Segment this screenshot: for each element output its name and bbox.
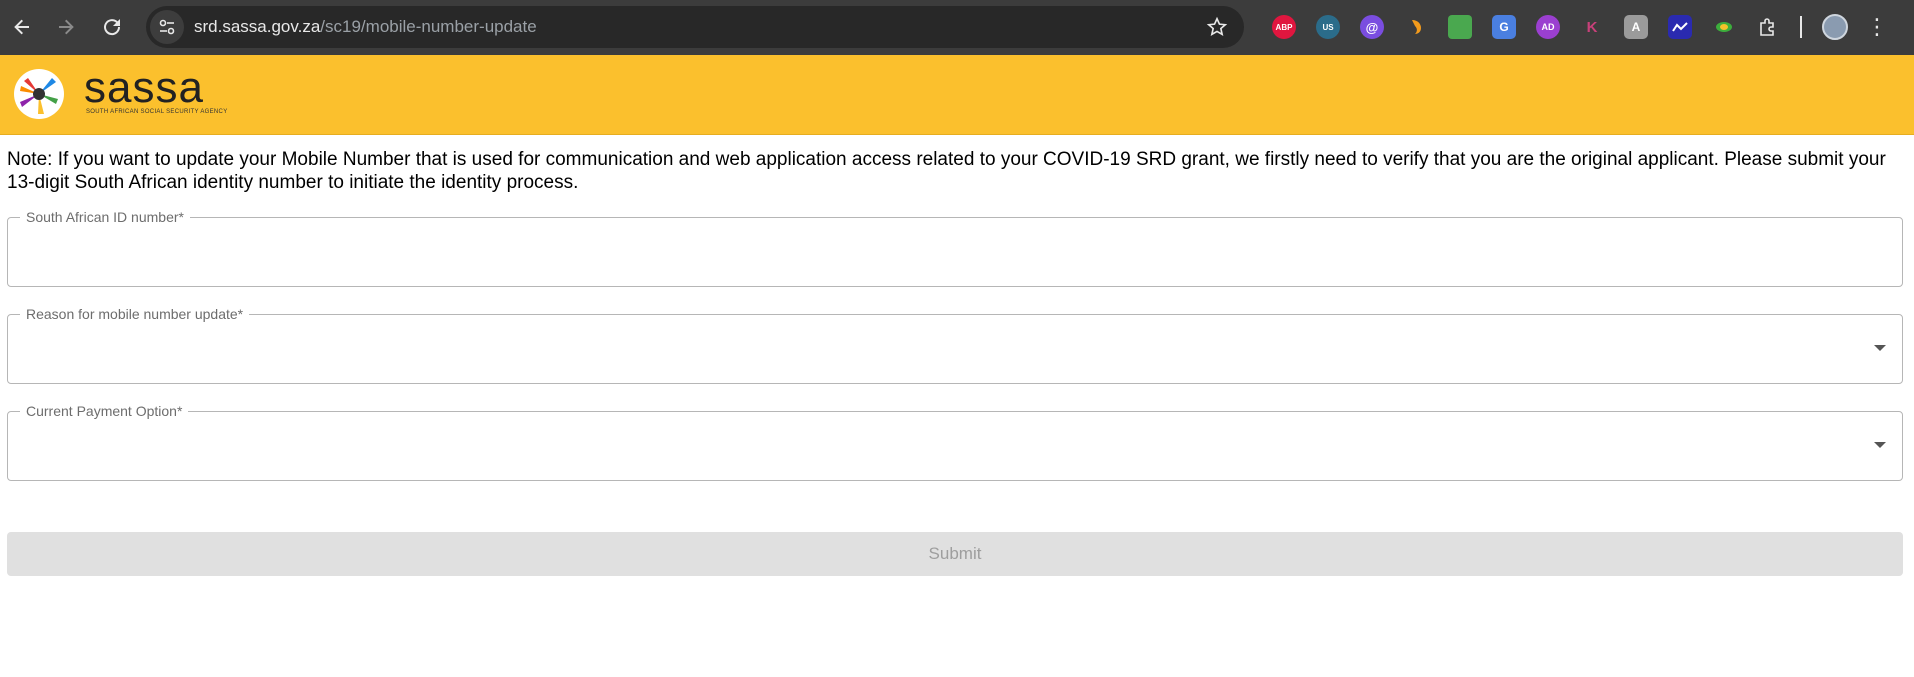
font-icon[interactable]: A [1624, 15, 1648, 39]
url-path: /sc19/mobile-number-update [320, 17, 537, 36]
k-icon[interactable]: K [1580, 15, 1604, 39]
reason-dropdown-icon[interactable] [1874, 345, 1886, 351]
payment-dropdown-icon[interactable] [1874, 442, 1886, 448]
id-number-input[interactable] [22, 236, 1862, 270]
shield-orange-icon[interactable] [1404, 15, 1428, 39]
reason-selected-value[interactable] [22, 337, 1842, 363]
vpn-us-icon[interactable]: US [1316, 15, 1340, 39]
payment-option-select[interactable]: Current Payment Option* [7, 403, 1903, 481]
id-number-label: South African ID number* [20, 209, 190, 225]
adblock-plus-icon[interactable]: ABP [1272, 15, 1296, 39]
site-header: sassa SOUTH AFRICAN SOCIAL SECURITY AGEN… [0, 55, 1914, 135]
toolbar-separator [1800, 16, 1802, 38]
bookmark-star-icon[interactable] [1206, 16, 1228, 38]
wallet-icon[interactable] [1448, 15, 1472, 39]
submit-button[interactable]: Submit [7, 532, 1903, 576]
browser-toolbar: srd.sassa.gov.za/sc19/mobile-number-upda… [0, 0, 1914, 55]
payment-selected-value[interactable] [22, 434, 1842, 460]
at-sign-icon[interactable]: @ [1360, 15, 1384, 39]
translate-icon[interactable]: G [1492, 15, 1516, 39]
reason-select[interactable]: Reason for mobile number update* [7, 306, 1903, 384]
sassa-logo-subtitle: SOUTH AFRICAN SOCIAL SECURITY AGENCY [86, 109, 228, 115]
site-settings-icon[interactable] [150, 10, 184, 44]
update-note: Note: If you want to update your Mobile … [7, 149, 1886, 193]
url-domain: srd.sassa.gov.za [194, 17, 321, 36]
puzzle-icon[interactable] [1756, 15, 1780, 39]
sassa-logo-text: sassa [84, 63, 204, 112]
browser-menu-icon[interactable]: ⋮ [1866, 16, 1888, 38]
forward-icon[interactable] [46, 7, 86, 47]
rocket-icon[interactable] [1712, 15, 1736, 39]
back-icon[interactable] [2, 7, 42, 47]
chart-icon[interactable] [1668, 15, 1692, 39]
sassa-logo-icon[interactable] [14, 69, 64, 119]
reason-label: Reason for mobile number update* [20, 306, 250, 322]
extensions-bar: ABP US @ G AD K A ⋮ [1262, 8, 1888, 46]
reload-icon[interactable] [92, 7, 132, 47]
ad-icon[interactable]: AD [1536, 15, 1560, 39]
url-text: srd.sassa.gov.za/sc19/mobile-number-upda… [194, 17, 537, 37]
id-number-field[interactable]: South African ID number* [7, 209, 1903, 287]
payment-option-label: Current Payment Option* [20, 403, 189, 419]
address-bar[interactable]: srd.sassa.gov.za/sc19/mobile-number-upda… [146, 6, 1244, 48]
profile-avatar[interactable] [1822, 14, 1848, 40]
